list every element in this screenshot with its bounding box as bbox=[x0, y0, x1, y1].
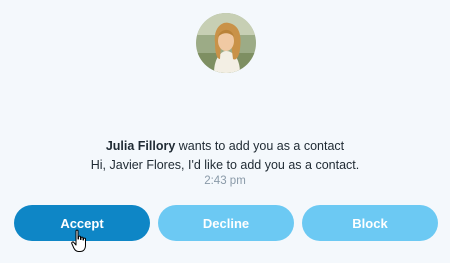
request-text: wants to add you as a contact bbox=[175, 139, 345, 153]
decline-button[interactable]: Decline bbox=[158, 205, 294, 241]
request-line: Julia Fillory wants to add you as a cont… bbox=[0, 137, 450, 156]
hand-pointer-icon bbox=[71, 229, 89, 253]
contact-request-message: Julia Fillory wants to add you as a cont… bbox=[0, 137, 450, 175]
block-label: Block bbox=[352, 215, 388, 231]
sender-name: Julia Fillory bbox=[105, 139, 176, 153]
greeting-text: Hi, Javier Flores, I'd like to add you a… bbox=[90, 158, 360, 172]
block-button[interactable]: Block bbox=[302, 205, 438, 241]
avatar bbox=[196, 13, 256, 73]
timestamp: 2:43 pm bbox=[204, 175, 246, 187]
decline-label: Decline bbox=[202, 215, 250, 231]
